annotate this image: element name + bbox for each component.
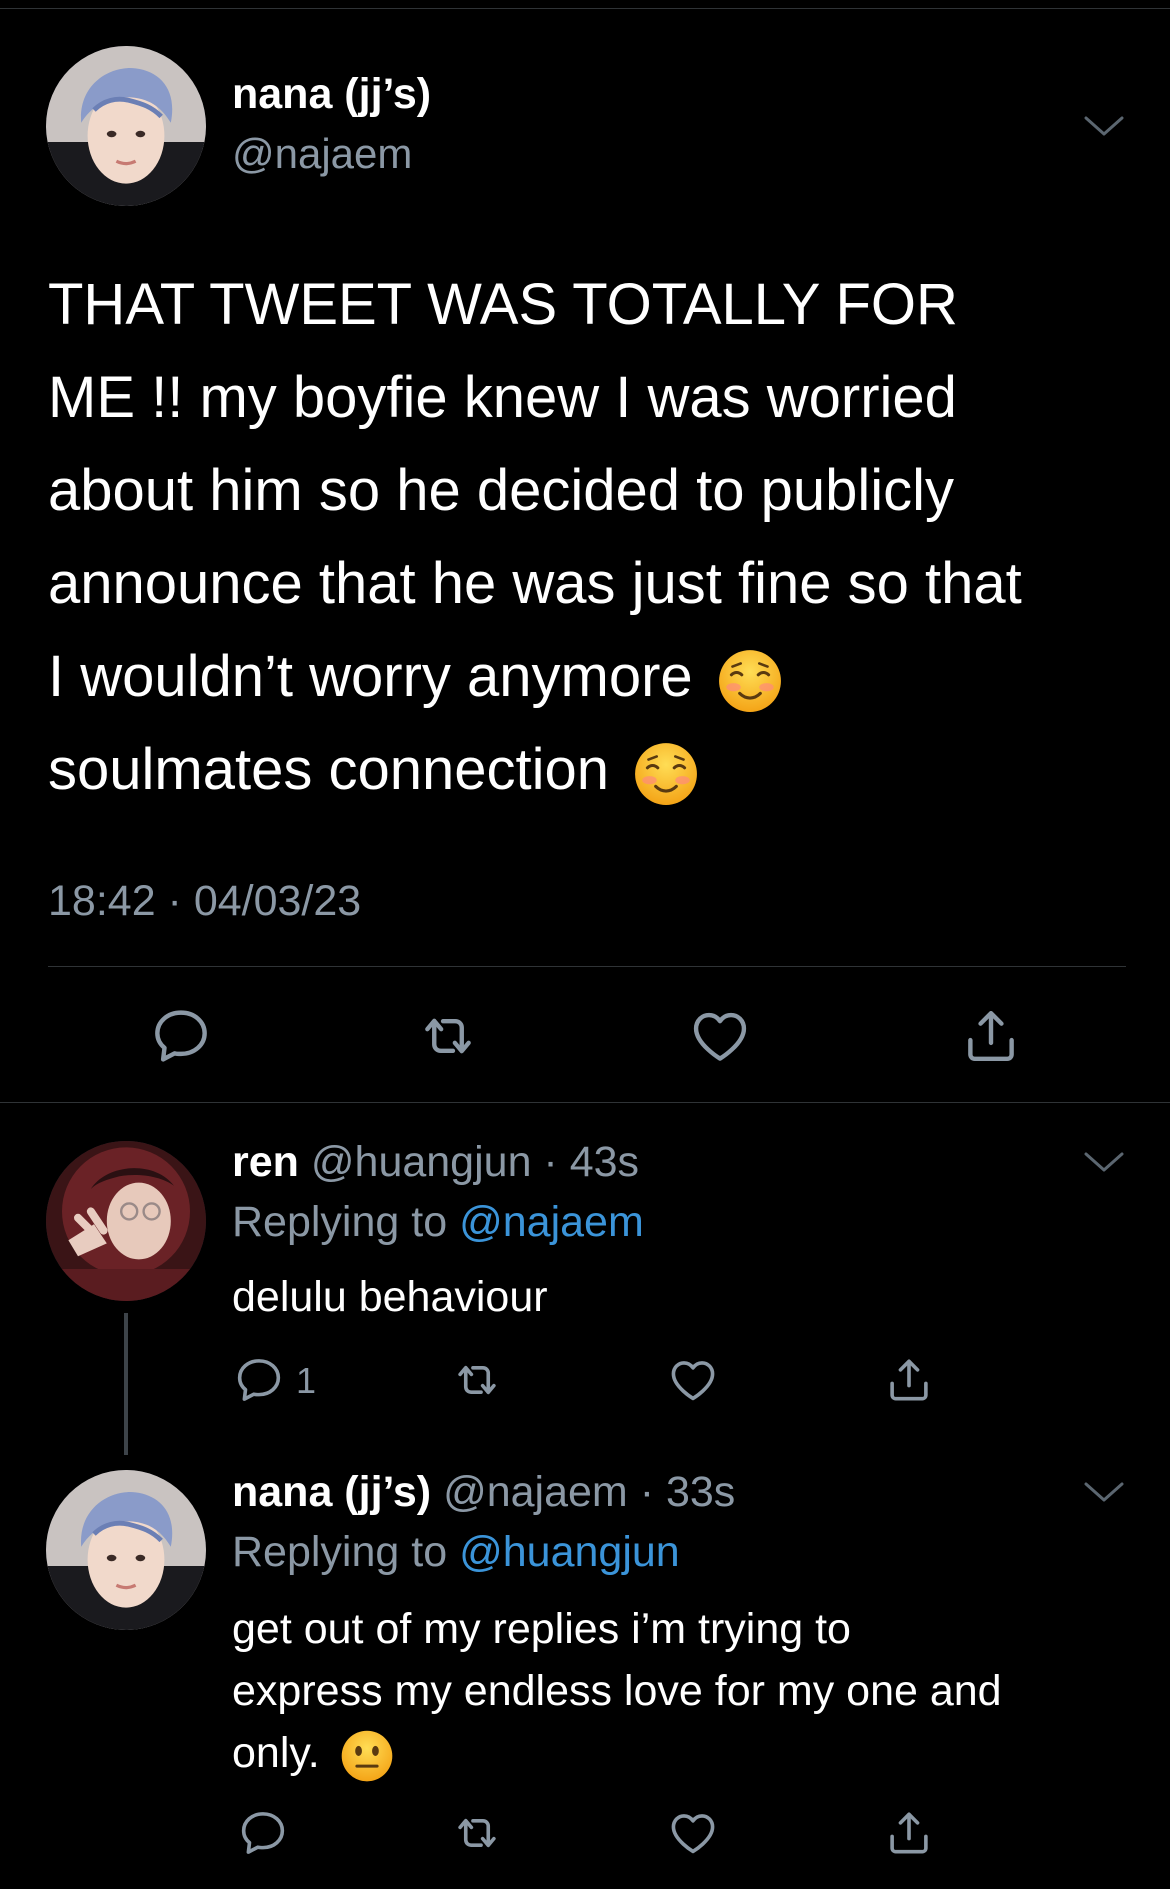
tweet-text-fragment: I wouldn’t worry anymore	[48, 644, 693, 709]
tweet-text: THAT TWEET WAS TOTALLY FOR ME !! my boyf…	[48, 258, 1138, 816]
top-divider	[0, 8, 1170, 9]
more-options-button[interactable]	[1082, 1148, 1126, 1176]
heart-icon	[666, 1353, 720, 1407]
tweet-text-line-with-emoji: I wouldn’t worry anymore	[48, 630, 1138, 723]
retweet-icon	[450, 1353, 504, 1407]
retweet-icon	[450, 1806, 504, 1860]
retweet-button[interactable]	[415, 1003, 481, 1069]
heart-icon	[666, 1806, 720, 1860]
reply-count: 1	[296, 1360, 317, 1401]
replying-to: Replying to @huangjun	[232, 1528, 680, 1577]
retweet-button[interactable]	[450, 1806, 504, 1860]
reply-text-line: get out of my replies i’m trying to	[232, 1605, 851, 1653]
mention-link[interactable]: @huangjun	[459, 1528, 680, 1576]
display-name[interactable]: nana (jj’s)	[232, 1468, 431, 1516]
mention-link[interactable]: @najaem	[459, 1198, 644, 1246]
retweet-button[interactable]	[450, 1353, 504, 1407]
like-button[interactable]	[666, 1806, 720, 1860]
like-button[interactable]	[687, 1003, 753, 1069]
handle-and-time[interactable]: @najaem · 33s	[443, 1468, 735, 1516]
speech-bubble-icon	[148, 1003, 214, 1069]
chevron-down-icon	[1082, 112, 1126, 140]
reply-button[interactable]	[148, 1003, 214, 1069]
smiling-face-emoji	[717, 648, 783, 714]
replying-to-label: Replying to	[232, 1198, 448, 1246]
replying-to-label: Replying to	[232, 1528, 448, 1576]
tweet-timestamp[interactable]: 18:42 · 04/03/23	[48, 877, 361, 926]
smiling-face-emoji	[633, 741, 699, 807]
handle-and-time[interactable]: @huangjun · 43s	[311, 1138, 639, 1186]
share-button[interactable]	[882, 1353, 936, 1407]
share-icon	[882, 1806, 936, 1860]
reply-text: get out of my replies i’m trying to expr…	[232, 1598, 1152, 1784]
neutral-face-emoji	[340, 1729, 394, 1783]
avatar[interactable]	[46, 1470, 206, 1630]
tweet-text-line: ME !! my boyfie knew I was worried	[48, 365, 957, 430]
reply-text-line: express my endless love for my one and	[232, 1667, 1002, 1715]
reply-text: delulu behaviour	[232, 1266, 1152, 1328]
tweet-text-line: THAT TWEET WAS TOTALLY FOR	[48, 272, 958, 337]
thread-connector	[124, 1313, 128, 1455]
profile-photo	[46, 1470, 206, 1630]
retweet-icon	[415, 1003, 481, 1069]
chevron-down-icon	[1082, 1478, 1126, 1506]
reply-button[interactable]	[236, 1806, 290, 1860]
tweet-text-line-with-emoji: soulmates connection	[48, 723, 1138, 816]
divider	[48, 966, 1126, 967]
divider	[0, 1102, 1170, 1103]
speech-bubble-icon	[236, 1806, 290, 1860]
share-icon	[958, 1003, 1024, 1069]
reply-text-line: delulu behaviour	[232, 1273, 548, 1321]
chevron-down-icon	[1082, 1148, 1126, 1176]
speech-bubble-icon	[232, 1353, 286, 1407]
tweet-text-line: announce that he was just fine so that	[48, 551, 1022, 616]
display-name[interactable]: ren	[232, 1138, 299, 1186]
like-button[interactable]	[666, 1353, 720, 1407]
reply-header: ren @huangjun · 43s	[232, 1138, 639, 1187]
profile-photo	[46, 1141, 206, 1301]
tweet-text-line: about him so he decided to publicly	[48, 458, 955, 523]
display-name[interactable]: nana (jj’s)	[232, 70, 431, 119]
profile-photo	[46, 46, 206, 206]
reply-header: nana (jj’s) @najaem · 33s	[232, 1468, 735, 1517]
reply-text-fragment: only.	[232, 1729, 320, 1777]
share-button[interactable]	[958, 1003, 1024, 1069]
avatar[interactable]	[46, 1141, 206, 1301]
heart-icon	[687, 1003, 753, 1069]
more-options-button[interactable]	[1082, 1478, 1126, 1506]
reply-text-line-with-emoji: only.	[232, 1722, 1152, 1784]
avatar[interactable]	[46, 46, 206, 206]
more-options-button[interactable]	[1082, 112, 1126, 140]
share-icon	[882, 1353, 936, 1407]
tweet-text-fragment: soulmates connection	[48, 737, 609, 802]
reply-button[interactable]	[232, 1353, 286, 1407]
user-handle[interactable]: @najaem	[232, 130, 412, 178]
replying-to: Replying to @najaem	[232, 1198, 644, 1247]
share-button[interactable]	[882, 1806, 936, 1860]
